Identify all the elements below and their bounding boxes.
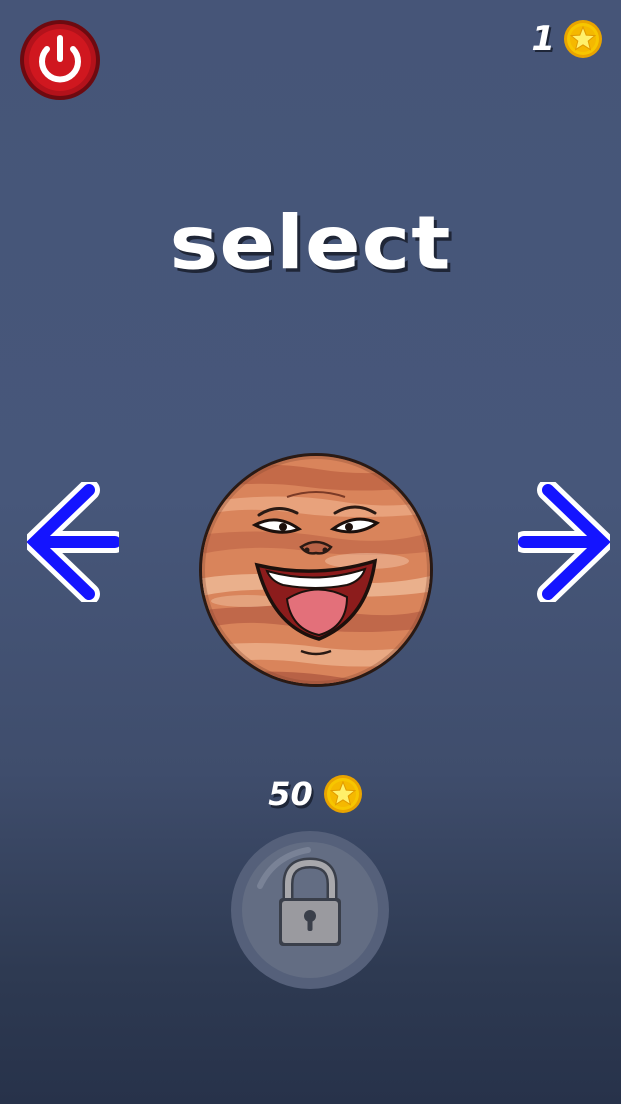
screen-title: select xyxy=(169,200,452,287)
character-preview xyxy=(197,451,435,689)
next-character-button[interactable] xyxy=(518,482,610,602)
arrow-left-icon xyxy=(27,482,119,602)
arrow-right-icon xyxy=(518,482,610,602)
previous-character-button[interactable] xyxy=(27,482,119,602)
power-button[interactable] xyxy=(19,19,101,101)
price-value: 50 xyxy=(268,775,313,813)
coin-balance: 1 xyxy=(531,19,555,59)
laughing-planet-icon xyxy=(199,453,433,687)
star-coin-icon xyxy=(323,774,363,814)
unlock-button[interactable] xyxy=(230,830,390,990)
star-coin-icon xyxy=(563,19,603,59)
unlock-price: 50 xyxy=(0,772,621,816)
coin-counter: 1 xyxy=(531,18,603,60)
power-icon xyxy=(20,20,100,100)
character-select-screen: 1 select 50 xyxy=(0,0,621,1104)
padlock-icon xyxy=(231,831,389,989)
